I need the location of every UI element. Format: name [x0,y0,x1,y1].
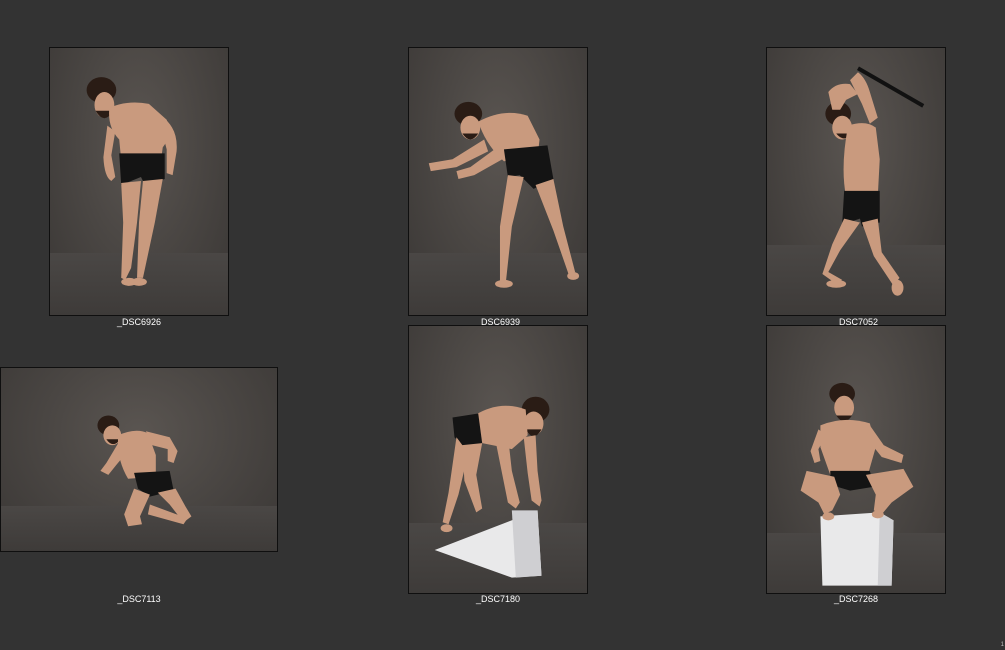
thumbnail-caption-4: _DSC7113 [117,594,161,604]
figure-squatting-on-box [800,382,914,586]
thumbnail-image-4[interactable] [0,367,278,552]
figure-kneeling [97,415,192,527]
thumbnail-image-5[interactable] [408,325,588,594]
figure-crouching-reaching [428,101,580,288]
page-number: 1 [1000,642,1004,648]
thumbnail-caption-5: _DSC7180 [475,594,521,604]
figure-swinging-sword [822,66,925,296]
thumbnail-image-3[interactable] [766,47,946,316]
figure-standing-leaning [86,77,177,286]
thumbnail-caption-1: _DSC6926 [116,317,162,327]
figure-leaning-on-wedge [434,396,550,578]
thumbnail-image-1[interactable] [49,47,229,316]
contact-sheet: _DSC6926 _DSC6939 _DSC7052 _DSC7113 _DSC… [0,0,1005,650]
thumbnail-image-2[interactable] [408,47,588,316]
thumbnail-caption-6: _DSC7268 [833,594,879,604]
thumbnail-image-6[interactable] [766,325,946,594]
